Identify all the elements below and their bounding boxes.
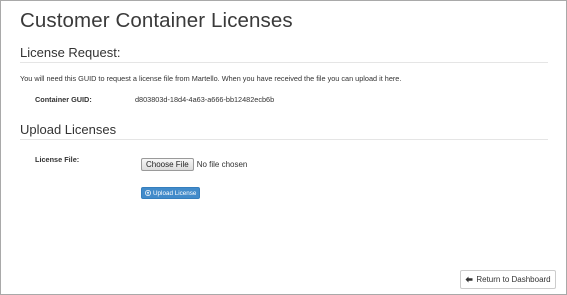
license-request-divider (20, 62, 548, 63)
return-to-dashboard-button[interactable]: Return to Dashboard (460, 270, 556, 289)
container-guid-value: d803803d-18d4-4a63-a666-bb12482ecb6b (135, 95, 275, 104)
license-file-input[interactable]: Choose File No file chosen (141, 157, 247, 171)
file-status-text: No file chosen (196, 159, 248, 169)
page-title: Customer Container Licenses (20, 9, 293, 32)
choose-file-button[interactable]: Choose File (141, 157, 194, 171)
upload-licenses-heading: Upload Licenses (20, 122, 117, 137)
upload-circle-icon (145, 190, 151, 196)
license-file-label: License File: (35, 155, 80, 164)
license-request-heading: License Request: (20, 45, 121, 60)
return-to-dashboard-label: Return to Dashboard (476, 275, 551, 284)
license-request-intro: You will need this GUID to request a lic… (20, 74, 402, 83)
upload-license-label: Upload License (153, 189, 197, 197)
container-guid-label: Container GUID: (35, 95, 92, 104)
arrow-left-icon (465, 276, 473, 283)
upload-license-button[interactable]: Upload License (141, 187, 201, 199)
page-frame: Customer Container Licenses License Requ… (0, 0, 567, 295)
upload-licenses-divider (20, 139, 548, 140)
